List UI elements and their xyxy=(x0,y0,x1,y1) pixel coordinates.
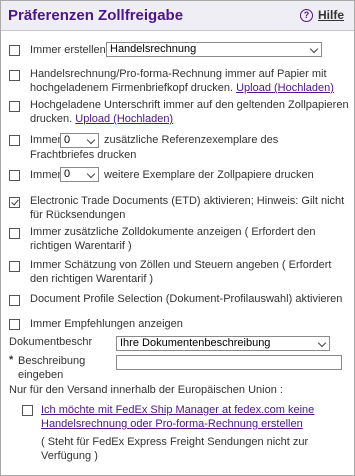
signature-checkbox[interactable] xyxy=(9,101,20,112)
print-on-paper-label-line2: hochgeladenem Firmenbriefkopf drucken. U… xyxy=(30,82,334,94)
freight-note-line2: Verfügung ) xyxy=(41,450,98,462)
required-marker: * xyxy=(9,354,14,366)
freight-note-line1: ( Steht für FedEx Express Freight Sendun… xyxy=(41,436,309,448)
signature-label-line1: Hochgeladene Unterschrift immer auf den … xyxy=(30,99,349,111)
description-label-line1: Beschreibung xyxy=(18,355,86,367)
customs-copies-prefix: Immer xyxy=(30,169,62,181)
ref-copies-select-value: 0 xyxy=(64,134,71,146)
always-create-select[interactable]: Handelsrechnung xyxy=(106,42,322,57)
etd-label-line1: Electronic Trade Documents (ETD) aktivie… xyxy=(30,195,345,207)
help-link[interactable]: Hilfe xyxy=(318,8,344,22)
description-label-line2: eingeben xyxy=(18,369,64,381)
customs-copies-suffix: weitere Exemplare der Zollpapiere drucke… xyxy=(104,169,314,181)
recommendations-label: Immer Empfehlungen anzeigen xyxy=(30,318,183,330)
additional-docs-checkbox[interactable] xyxy=(9,228,20,239)
ref-copies-checkbox[interactable] xyxy=(9,135,20,146)
print-on-paper-checkbox[interactable] xyxy=(9,70,20,81)
doc-profile-label: Document Profile Selection (Dokument-Pro… xyxy=(30,293,343,305)
chevron-down-icon xyxy=(309,44,319,54)
chevron-down-icon xyxy=(86,169,96,179)
customs-copies-checkbox[interactable] xyxy=(9,170,20,181)
help-icon[interactable]: ? xyxy=(300,9,313,22)
chevron-down-icon xyxy=(86,135,96,145)
always-create-select-value: Handelsrechnung xyxy=(110,43,197,55)
page-title: Präferenzen Zollfreigabe xyxy=(8,7,184,24)
ref-copies-select[interactable]: 0 xyxy=(60,133,99,148)
etd-checkbox[interactable] xyxy=(9,197,20,208)
description-input[interactable] xyxy=(116,355,342,370)
additional-docs-label-line2: richtigen Warentarif ) xyxy=(30,240,132,252)
ref-copies-line2: Frachtbriefes drucken xyxy=(30,149,137,161)
customs-preferences-panel: Präferenzen Zollfreigabe ? Hilfe Immer e… xyxy=(0,0,355,476)
doc-desc-select-value: Ihre Dokumentenbeschreibung xyxy=(120,337,271,349)
doc-profile-checkbox[interactable] xyxy=(9,295,20,306)
estimate-duties-label-line2: den richtigen Warentarif ) xyxy=(30,273,154,285)
no-invoice-label-line1[interactable]: Ich möchte mit FedEx Ship Manager at fed… xyxy=(41,403,314,418)
customs-copies-select-value: 0 xyxy=(64,168,71,180)
ref-copies-suffix: zusätzliche Referenzexemplare des xyxy=(104,134,279,146)
no-invoice-label-line2[interactable]: Handelsrechnung oder Pro-forma-Rechnung … xyxy=(41,417,303,432)
doc-desc-select[interactable]: Ihre Dokumentenbeschreibung xyxy=(116,336,330,351)
estimate-duties-checkbox[interactable] xyxy=(9,261,20,272)
chevron-down-icon xyxy=(317,338,327,348)
always-create-checkbox[interactable] xyxy=(9,45,20,56)
signature-label-line2: drucken. Upload (Hochladen) xyxy=(30,113,174,125)
doc-desc-label: Dokumentbeschr xyxy=(9,336,93,348)
customs-copies-select[interactable]: 0 xyxy=(60,167,99,182)
additional-docs-label-line1: Immer zusätzliche Zolldokumente anzeigen… xyxy=(30,226,316,238)
recommendations-checkbox[interactable] xyxy=(9,319,20,330)
eu-note: Nur für den Versand innerhalb der Europä… xyxy=(9,384,283,396)
upload-signature-link[interactable]: Upload (Hochladen) xyxy=(75,113,173,125)
panel-header: Präferenzen Zollfreigabe ? Hilfe xyxy=(1,1,354,31)
print-on-paper-label-line1: Handelsrechnung/Pro-forma-Rechnung immer… xyxy=(30,68,327,80)
estimate-duties-label-line1: Immer Schätzung von Zöllen und Steuern a… xyxy=(30,259,332,271)
upload-letterhead-link[interactable]: Upload (Hochladen) xyxy=(236,82,334,94)
always-create-label: Immer erstellen xyxy=(30,44,106,56)
ref-copies-prefix: Immer xyxy=(30,134,62,146)
etd-label-line2: für Rücksendungen xyxy=(30,209,126,221)
no-invoice-checkbox[interactable] xyxy=(22,405,33,416)
